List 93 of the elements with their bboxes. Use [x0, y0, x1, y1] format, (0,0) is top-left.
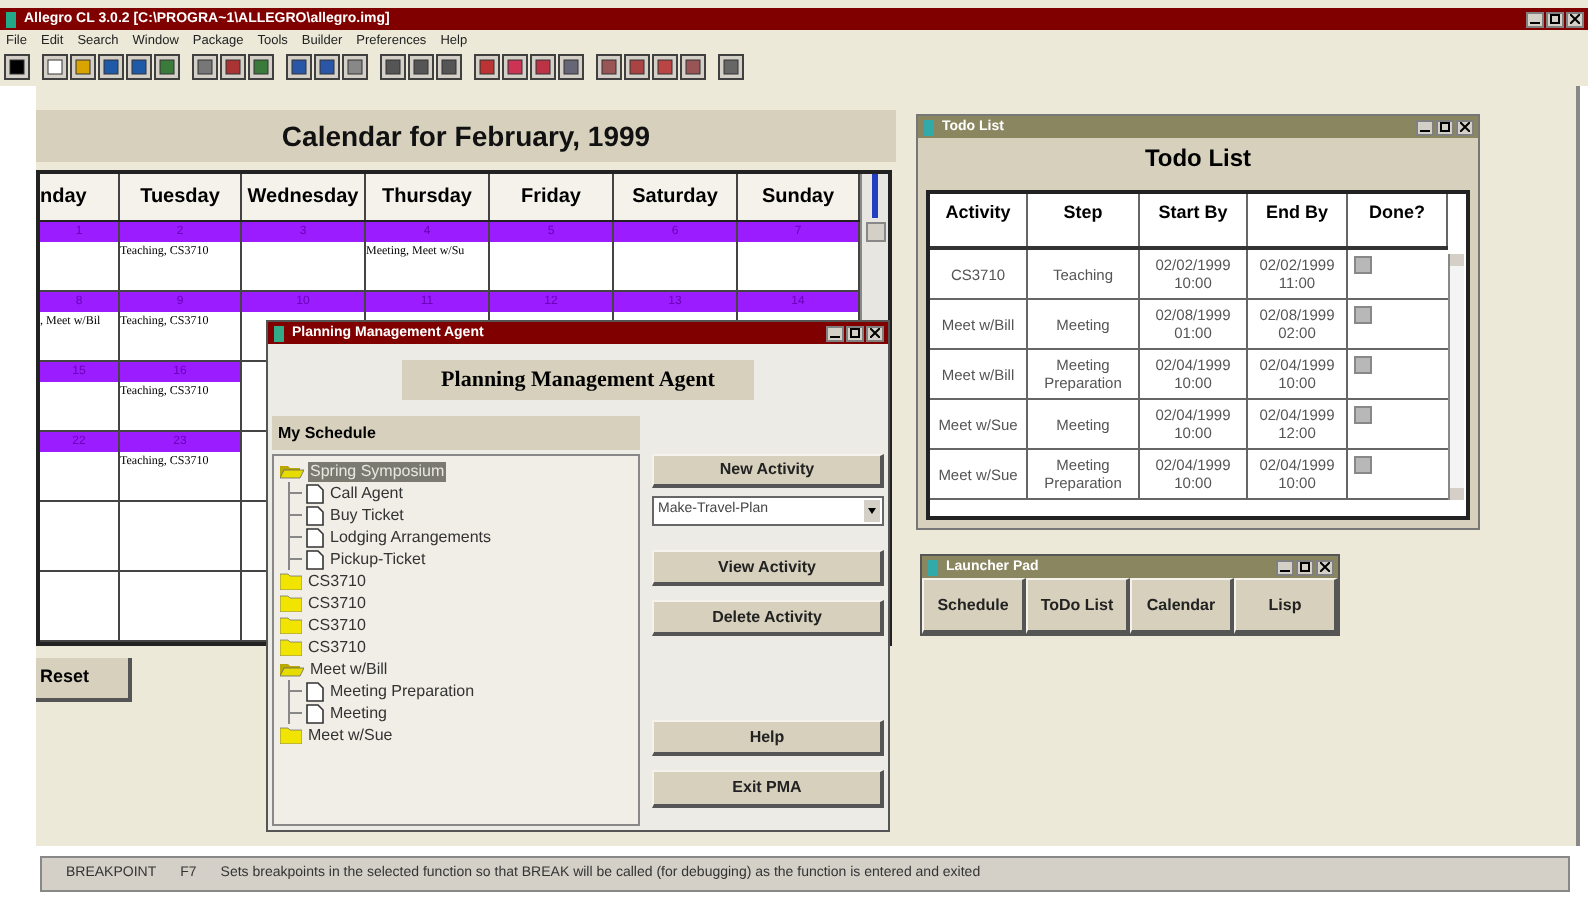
tool-icon[interactable] [530, 54, 556, 80]
tool-icon[interactable] [286, 54, 312, 80]
minimize-button[interactable] [1526, 11, 1544, 27]
close-icon [1570, 14, 1580, 24]
dialog-heading: Planning Management Agent [402, 360, 754, 400]
close-button[interactable] [1316, 559, 1334, 575]
tree-item[interactable]: Meeting Preparation [328, 681, 477, 701]
day-header: Saturday [614, 174, 738, 220]
maximize-icon [1300, 562, 1310, 572]
tool-icon[interactable] [436, 54, 462, 80]
close-icon [1320, 562, 1330, 572]
tree-item[interactable]: CS3710 [306, 571, 368, 591]
app-icon [4, 11, 18, 27]
todo-heading: Todo List [1142, 142, 1254, 176]
launcher-button[interactable]: Calendar [1130, 578, 1234, 634]
maximize-icon [850, 328, 860, 338]
tool-icon[interactable] [314, 54, 340, 80]
tree-item[interactable]: CS3710 [306, 615, 368, 635]
tool-icon[interactable] [220, 54, 246, 80]
tool-icon[interactable] [680, 54, 706, 80]
close-button[interactable] [1456, 119, 1474, 135]
tool-icon[interactable] [42, 54, 68, 80]
view-activity-button[interactable]: View Activity [652, 550, 884, 586]
tree-item[interactable]: CS3710 [306, 593, 368, 613]
scrollbar[interactable] [1448, 254, 1464, 500]
tree-item[interactable]: Spring Symposium [308, 461, 447, 481]
tree-item[interactable]: Meet w/Bill [308, 659, 390, 679]
day-header: Thursday [366, 174, 490, 220]
tool-icon[interactable] [558, 54, 584, 80]
minimize-button[interactable] [1276, 559, 1294, 575]
tree-item[interactable]: Meet w/Sue [306, 725, 395, 745]
tool-icon[interactable] [596, 54, 622, 80]
tool-icon[interactable] [342, 54, 368, 80]
tree-item[interactable]: Pickup-Ticket [328, 549, 428, 569]
tool-icon[interactable] [98, 54, 124, 80]
launcher-button[interactable]: Schedule [922, 578, 1026, 634]
tool-icon[interactable] [4, 54, 30, 80]
done-checkbox[interactable] [1354, 356, 1372, 374]
done-checkbox[interactable] [1354, 256, 1372, 274]
column-header: Activity [930, 194, 1028, 246]
maximize-button[interactable] [1296, 559, 1314, 575]
tree-item[interactable]: CS3710 [306, 637, 368, 657]
tool-icon[interactable] [154, 54, 180, 80]
tool-icon[interactable] [192, 54, 218, 80]
calendar-title: Calendar for February, 1999 [36, 110, 896, 162]
tool-icon[interactable] [718, 54, 744, 80]
tool-icon[interactable] [502, 54, 528, 80]
close-button[interactable] [1566, 11, 1584, 27]
app-icon [922, 119, 936, 135]
tree-item[interactable]: Call Agent [328, 483, 405, 503]
tool-icon[interactable] [474, 54, 500, 80]
column-header: Done? [1348, 194, 1448, 246]
day-header: Sunday [738, 174, 860, 220]
maximize-button[interactable] [1546, 11, 1564, 27]
exit-button[interactable]: Exit PMA [652, 770, 884, 808]
day-header: Wednesday [242, 174, 366, 220]
app-icon [272, 325, 286, 341]
new-activity-button[interactable]: New Activity [652, 454, 884, 488]
tree-item[interactable]: Buy Ticket [328, 505, 406, 525]
minimize-button[interactable] [826, 325, 844, 341]
column-header: Start By [1140, 194, 1248, 246]
tree-item[interactable]: Meeting [328, 703, 389, 723]
day-header: Tuesday [120, 174, 242, 220]
help-button[interactable]: Help [652, 720, 884, 756]
launcher-button[interactable]: ToDo List [1026, 578, 1130, 634]
maximize-icon [1440, 122, 1450, 132]
column-header: End By [1248, 194, 1348, 246]
section-label: My Schedule [272, 416, 640, 450]
tool-icon[interactable] [624, 54, 650, 80]
maximize-button[interactable] [1436, 119, 1454, 135]
tool-icon[interactable] [408, 54, 434, 80]
tool-icon[interactable] [652, 54, 678, 80]
delete-activity-button[interactable]: Delete Activity [652, 600, 884, 636]
done-checkbox[interactable] [1354, 406, 1372, 424]
done-checkbox[interactable] [1354, 306, 1372, 324]
day-header: Friday [490, 174, 614, 220]
close-icon [1460, 122, 1470, 132]
column-header: Step [1028, 194, 1140, 246]
maximize-button[interactable] [846, 325, 864, 341]
launcher-button[interactable]: Lisp [1234, 578, 1338, 634]
tool-icon[interactable] [126, 54, 152, 80]
tool-icon[interactable] [380, 54, 406, 80]
close-button[interactable] [866, 325, 884, 341]
minimize-button[interactable] [1416, 119, 1434, 135]
day-header: nday [40, 174, 120, 220]
tool-icon[interactable] [70, 54, 96, 80]
maximize-icon [1550, 14, 1560, 24]
tree-item[interactable]: Lodging Arrangements [328, 527, 493, 547]
done-checkbox[interactable] [1354, 456, 1372, 474]
app-icon [926, 559, 940, 575]
tool-icon[interactable] [248, 54, 274, 80]
reset-button[interactable]: Reset [36, 658, 132, 702]
close-icon [870, 328, 880, 338]
